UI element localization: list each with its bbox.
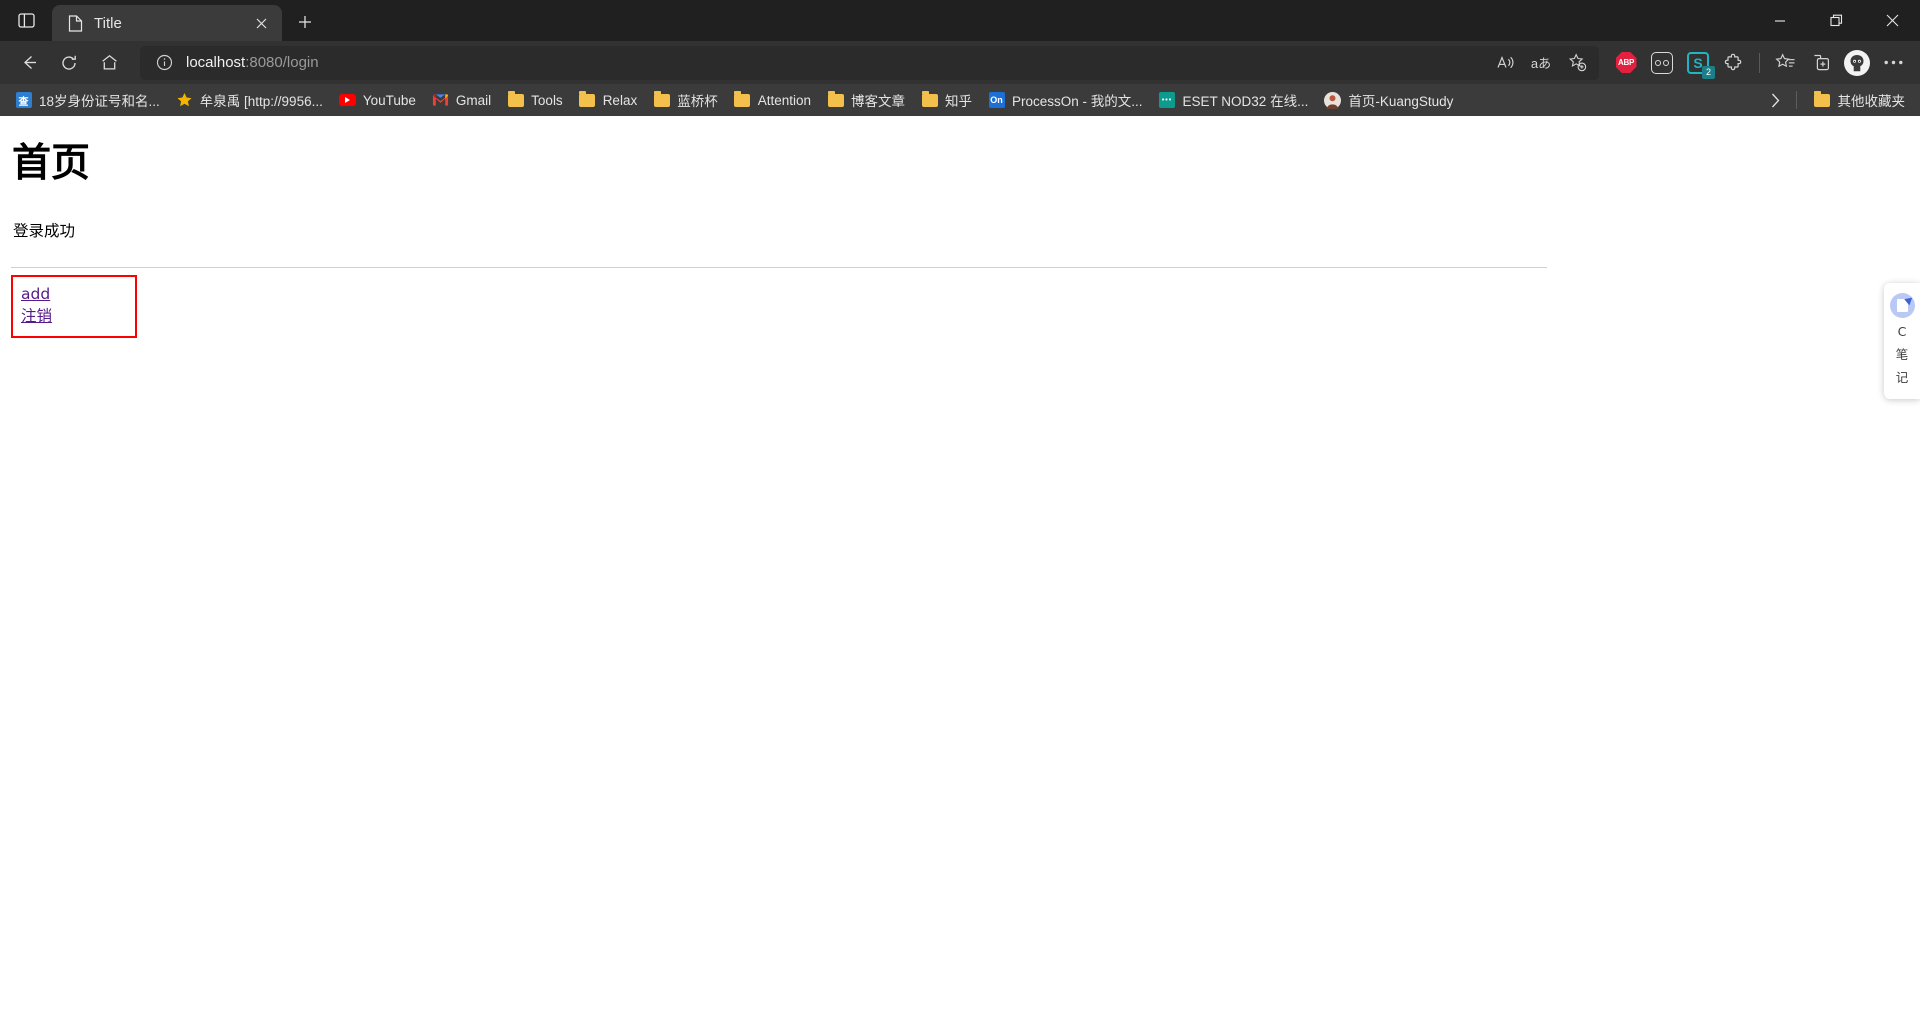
- refresh-button[interactable]: [50, 46, 88, 80]
- oo-extension[interactable]: [1645, 46, 1679, 80]
- title-bar: Title: [0, 0, 1920, 41]
- bookmark-label: ESET NOD32 在线...: [1182, 94, 1309, 109]
- other-favorites-folder[interactable]: 其他收藏夹: [1807, 87, 1913, 113]
- bookmark-label: Relax: [602, 92, 638, 108]
- folder-icon: [579, 90, 596, 109]
- logout-link[interactable]: 注销: [21, 305, 127, 327]
- favorites-button[interactable]: [1768, 46, 1802, 80]
- page-content: 首页 登录成功 add 注销 C 笔 记 CSDN @牟泉禹[Dark Cat]: [0, 141, 1920, 1021]
- note-widget-line1: C: [1897, 324, 1907, 339]
- highlighted-links-box: add 注销: [11, 274, 137, 338]
- bookmark-item[interactable]: 牟泉禹 [http://9956...: [169, 87, 330, 113]
- bookmarks-bar: 查 18岁身份证号和名... 牟泉禹 [http://9956... YouTu…: [0, 84, 1920, 116]
- tab-list-icon: [17, 12, 35, 29]
- page-title: 首页: [12, 141, 91, 186]
- back-button[interactable]: [10, 46, 48, 80]
- bookmark-item-youtube[interactable]: YouTube: [332, 87, 423, 113]
- address-bar-text: localhost:8080/login: [186, 54, 1489, 71]
- browser-tab[interactable]: Title: [52, 5, 282, 41]
- profile-avatar[interactable]: [1840, 46, 1874, 80]
- bookmark-folder-lanqiaobei[interactable]: 蓝桥杯: [646, 87, 725, 113]
- bookmark-item-eset[interactable]: ••• ESET NOD32 在线...: [1152, 87, 1316, 113]
- adblock-plus-extension[interactable]: ABP: [1609, 46, 1643, 80]
- tab-title: Title: [94, 14, 122, 32]
- extensions-button[interactable]: [1717, 46, 1751, 80]
- add-link[interactable]: add: [21, 283, 127, 305]
- read-aloud-icon[interactable]: [1489, 48, 1521, 78]
- home-button[interactable]: [90, 46, 128, 80]
- bookmark-item-kuangstudy[interactable]: 首页-KuangStudy: [1317, 87, 1460, 113]
- bookmark-folder-relax[interactable]: Relax: [572, 87, 645, 113]
- bookmark-folder-blog[interactable]: 博客文章: [820, 87, 912, 113]
- minimize-button[interactable]: [1752, 0, 1808, 41]
- snipaste-extension[interactable]: S 2: [1681, 46, 1715, 80]
- bookmark-folder-zhihu[interactable]: 知乎: [914, 87, 979, 113]
- bookmarks-divider: [1795, 91, 1797, 109]
- collections-button[interactable]: [1804, 46, 1838, 80]
- bookmark-label: Gmail: [455, 92, 492, 108]
- abp-icon: ABP: [1615, 52, 1637, 73]
- processon-icon: On: [988, 92, 1005, 109]
- window-controls: [1752, 0, 1920, 41]
- horizontal-rule: [11, 266, 1547, 268]
- note-pen-icon: [1889, 293, 1915, 318]
- bookmark-folder-attention[interactable]: Attention: [727, 87, 818, 113]
- url-path: :8080/login: [245, 54, 319, 71]
- bookmarks-overflow-area: 其他收藏夹: [1765, 87, 1913, 113]
- eset-icon: •••: [1159, 92, 1176, 109]
- tab-close-icon[interactable]: [248, 10, 274, 36]
- note-widget-line2: 笔: [1895, 346, 1909, 362]
- bookmarks-overflow-button[interactable]: [1765, 87, 1786, 113]
- browser-toolbar: localhost:8080/login aあ ABP S 2: [0, 41, 1920, 84]
- folder-icon: [653, 90, 670, 109]
- cha-icon: 查: [15, 92, 32, 109]
- tab-actions-button[interactable]: [0, 0, 52, 41]
- new-tab-button[interactable]: [288, 5, 322, 39]
- folder-icon: [1814, 90, 1831, 109]
- bookmark-label: 博客文章: [851, 94, 905, 109]
- address-bar[interactable]: localhost:8080/login aあ: [140, 45, 1599, 80]
- bookmark-folder-tools[interactable]: Tools: [500, 87, 570, 113]
- snipaste-badge: 2: [1702, 65, 1715, 79]
- youtube-icon: [338, 92, 356, 109]
- bookmark-label: Attention: [757, 92, 811, 108]
- bookmark-item-processon[interactable]: On ProcessOn - 我的文...: [981, 87, 1150, 113]
- csdn-note-widget[interactable]: C 笔 记: [1884, 283, 1920, 399]
- bookmark-label: 其他收藏夹: [1837, 94, 1906, 109]
- toolbar-divider: [1759, 52, 1760, 73]
- star-icon: [176, 92, 193, 109]
- folder-icon: [827, 90, 844, 109]
- translate-icon[interactable]: aあ: [1525, 48, 1557, 78]
- folder-icon: [734, 90, 751, 109]
- note-widget-line3: 记: [1895, 369, 1909, 385]
- omnibox-actions: aあ: [1489, 48, 1593, 78]
- bookmark-label: 牟泉禹 [http://9956...: [199, 94, 323, 109]
- avatar: [1844, 49, 1870, 76]
- bookmark-label: Tools: [531, 92, 563, 108]
- close-button[interactable]: [1864, 0, 1920, 41]
- bookmark-label: 18岁身份证号和名...: [39, 94, 160, 109]
- restore-button[interactable]: [1808, 0, 1864, 41]
- folder-icon: [921, 90, 938, 109]
- bookmark-label: 蓝桥杯: [677, 94, 718, 109]
- bookmark-label: ProcessOn - 我的文...: [1012, 94, 1143, 109]
- gmail-icon: [432, 92, 449, 109]
- bookmark-label: 知乎: [945, 94, 972, 109]
- site-info-icon[interactable]: [152, 51, 176, 75]
- bookmark-item[interactable]: 查 18岁身份证号和名...: [8, 87, 167, 113]
- login-status-message: 登录成功: [13, 221, 76, 240]
- bookmark-label: YouTube: [362, 92, 416, 108]
- oo-extension-icon: [1651, 51, 1673, 74]
- bookmark-label: 首页-KuangStudy: [1348, 94, 1454, 109]
- folder-icon: [507, 90, 524, 109]
- bookmark-item-gmail[interactable]: Gmail: [425, 87, 498, 113]
- settings-menu-button[interactable]: [1876, 46, 1910, 80]
- page-icon: [66, 14, 84, 32]
- kuangstudy-icon: [1324, 91, 1342, 109]
- add-favorite-icon[interactable]: [1561, 48, 1593, 78]
- url-host: localhost: [186, 54, 246, 71]
